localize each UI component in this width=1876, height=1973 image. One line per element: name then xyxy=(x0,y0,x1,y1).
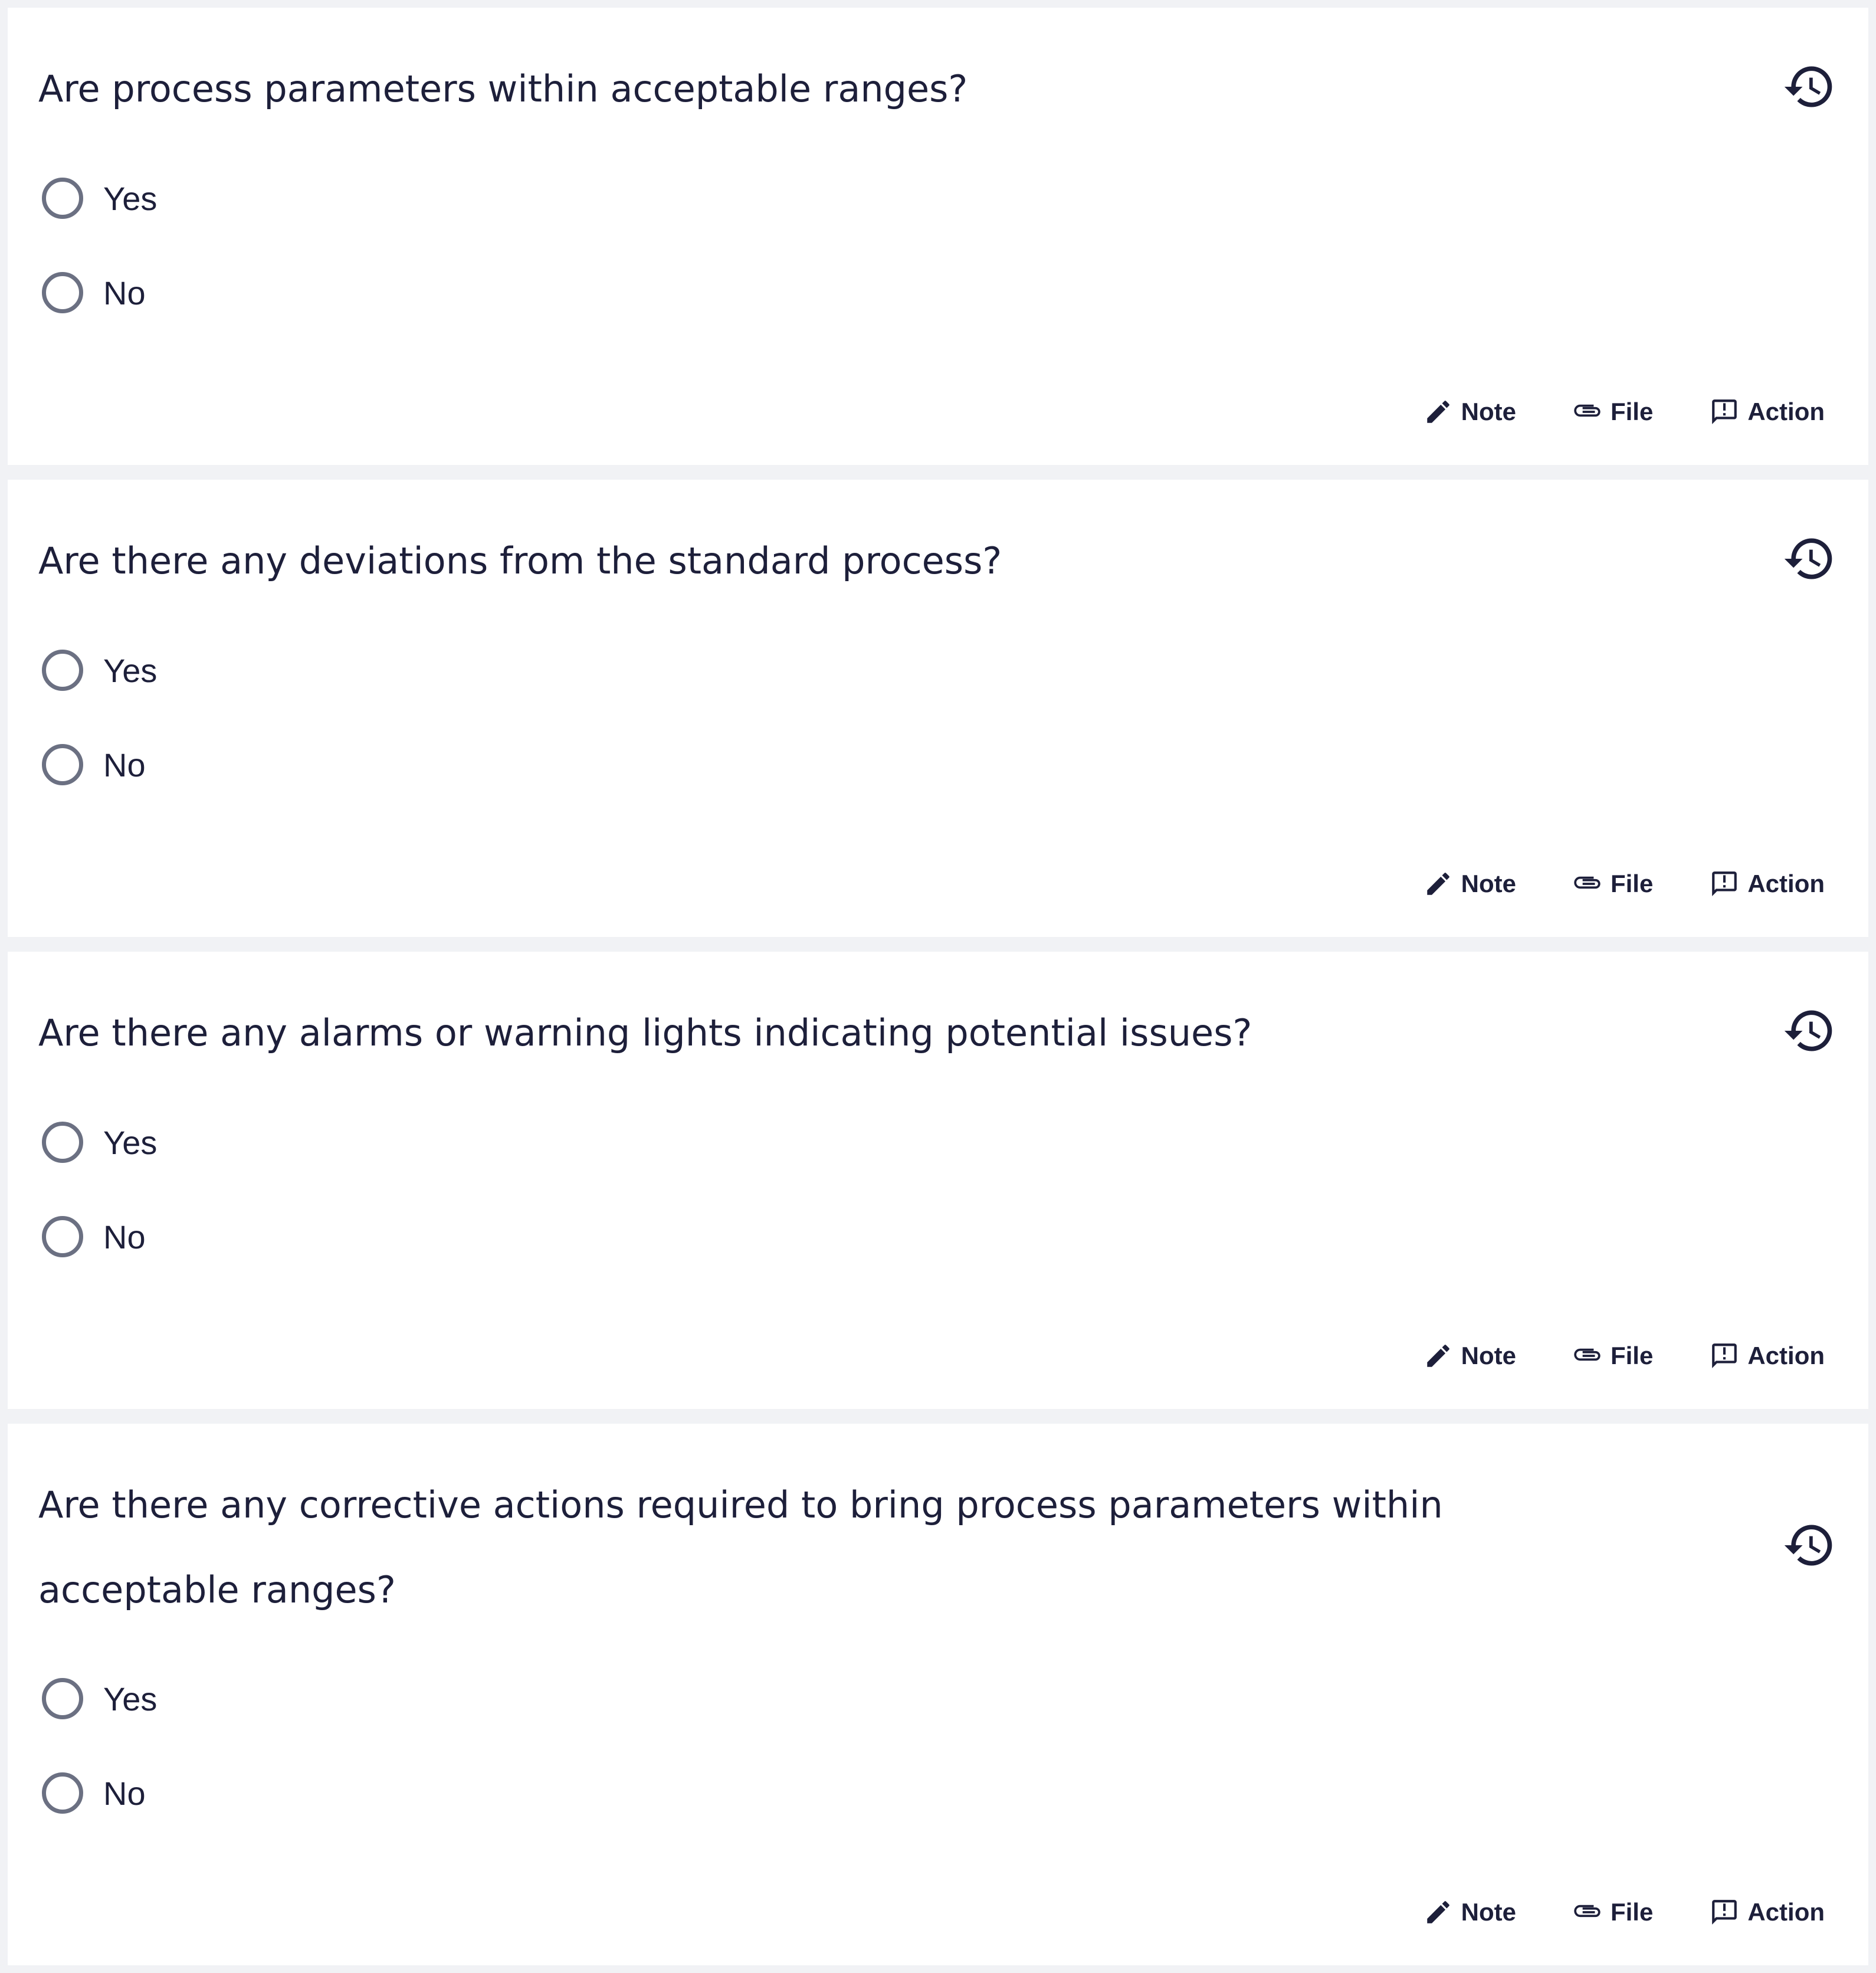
action-label: Action xyxy=(1747,398,1825,425)
question-card: Are there any alarms or warning lights i… xyxy=(8,952,1868,1409)
history-icon xyxy=(1782,60,1836,114)
question-card: Are there any corrective actions require… xyxy=(8,1424,1868,1965)
option-label: Yes xyxy=(103,651,158,689)
pencil-icon xyxy=(1424,869,1453,899)
file-label: File xyxy=(1610,870,1654,897)
question-text: Are there any deviations from the standa… xyxy=(38,539,1002,582)
action-bar: Note File Action xyxy=(1367,863,1825,904)
radio-button[interactable] xyxy=(42,1772,83,1814)
note-label: Note xyxy=(1461,1898,1516,1926)
paperclip-icon xyxy=(1573,1897,1602,1927)
option-label: Yes xyxy=(103,179,158,217)
history-icon xyxy=(1782,1004,1836,1058)
note-label: Note xyxy=(1461,1342,1516,1369)
option-label: Yes xyxy=(103,1680,158,1718)
question-text: Are there any corrective actions require… xyxy=(38,1483,1443,1611)
option-label: No xyxy=(103,746,146,784)
file-button[interactable]: File xyxy=(1573,869,1653,899)
history-button[interactable] xyxy=(1782,532,1836,586)
option-label: No xyxy=(103,1774,146,1812)
option-label: No xyxy=(103,274,146,312)
pencil-icon xyxy=(1424,1341,1453,1371)
option-label: No xyxy=(103,1218,146,1256)
option-yes[interactable]: Yes xyxy=(42,641,157,700)
option-yes[interactable]: Yes xyxy=(42,1113,157,1172)
radio-button[interactable] xyxy=(42,1216,83,1257)
note-label: Note xyxy=(1461,398,1516,425)
radio-button[interactable] xyxy=(42,744,83,785)
radio-button[interactable] xyxy=(42,178,83,219)
question-text: Are process parameters within acceptable… xyxy=(38,67,968,110)
file-button[interactable]: File xyxy=(1573,1897,1653,1927)
note-button[interactable]: Note xyxy=(1424,397,1516,427)
radio-button[interactable] xyxy=(42,650,83,691)
action-bar: Note File Action xyxy=(1367,391,1825,432)
action-button[interactable]: Action xyxy=(1710,397,1825,427)
option-no[interactable]: No xyxy=(42,735,146,794)
note-button[interactable]: Note xyxy=(1424,1897,1516,1927)
question-card: Are process parameters within acceptable… xyxy=(8,8,1868,465)
radio-button[interactable] xyxy=(42,1678,83,1719)
history-icon xyxy=(1782,532,1836,586)
action-button[interactable]: Action xyxy=(1710,869,1825,899)
paperclip-icon xyxy=(1573,1341,1602,1371)
action-label: Action xyxy=(1747,870,1825,897)
option-label: Yes xyxy=(103,1123,158,1161)
file-label: File xyxy=(1610,1898,1654,1926)
question-text: Are there any alarms or warning lights i… xyxy=(38,1011,1252,1054)
radio-button[interactable] xyxy=(42,1122,83,1163)
file-button[interactable]: File xyxy=(1573,1341,1653,1371)
radio-button[interactable] xyxy=(42,272,83,313)
feedback-icon xyxy=(1710,397,1739,427)
history-button[interactable] xyxy=(1782,60,1836,114)
action-button[interactable]: Action xyxy=(1710,1897,1825,1927)
question-card: Are there any deviations from the standa… xyxy=(8,480,1868,937)
action-bar: Note File Action xyxy=(1367,1892,1825,1933)
history-button[interactable] xyxy=(1782,1004,1836,1058)
action-label: Action xyxy=(1747,1898,1825,1926)
action-bar: Note File Action xyxy=(1367,1335,1825,1376)
paperclip-icon xyxy=(1573,869,1602,899)
feedback-icon xyxy=(1710,869,1739,899)
option-yes[interactable]: Yes xyxy=(42,1669,157,1728)
note-button[interactable]: Note xyxy=(1424,869,1516,899)
feedback-icon xyxy=(1710,1341,1739,1371)
file-label: File xyxy=(1610,398,1654,425)
note-label: Note xyxy=(1461,870,1516,897)
history-button[interactable] xyxy=(1782,1518,1836,1572)
history-icon xyxy=(1782,1518,1836,1572)
action-button[interactable]: Action xyxy=(1710,1341,1825,1371)
file-label: File xyxy=(1610,1342,1654,1369)
option-no[interactable]: No xyxy=(42,1207,146,1266)
pencil-icon xyxy=(1424,1897,1453,1927)
option-yes[interactable]: Yes xyxy=(42,169,157,228)
feedback-icon xyxy=(1710,1897,1739,1927)
action-label: Action xyxy=(1747,1342,1825,1369)
option-no[interactable]: No xyxy=(42,263,146,322)
note-button[interactable]: Note xyxy=(1424,1341,1516,1371)
pencil-icon xyxy=(1424,397,1453,427)
option-no[interactable]: No xyxy=(42,1764,146,1823)
file-button[interactable]: File xyxy=(1573,397,1653,427)
paperclip-icon xyxy=(1573,397,1602,427)
